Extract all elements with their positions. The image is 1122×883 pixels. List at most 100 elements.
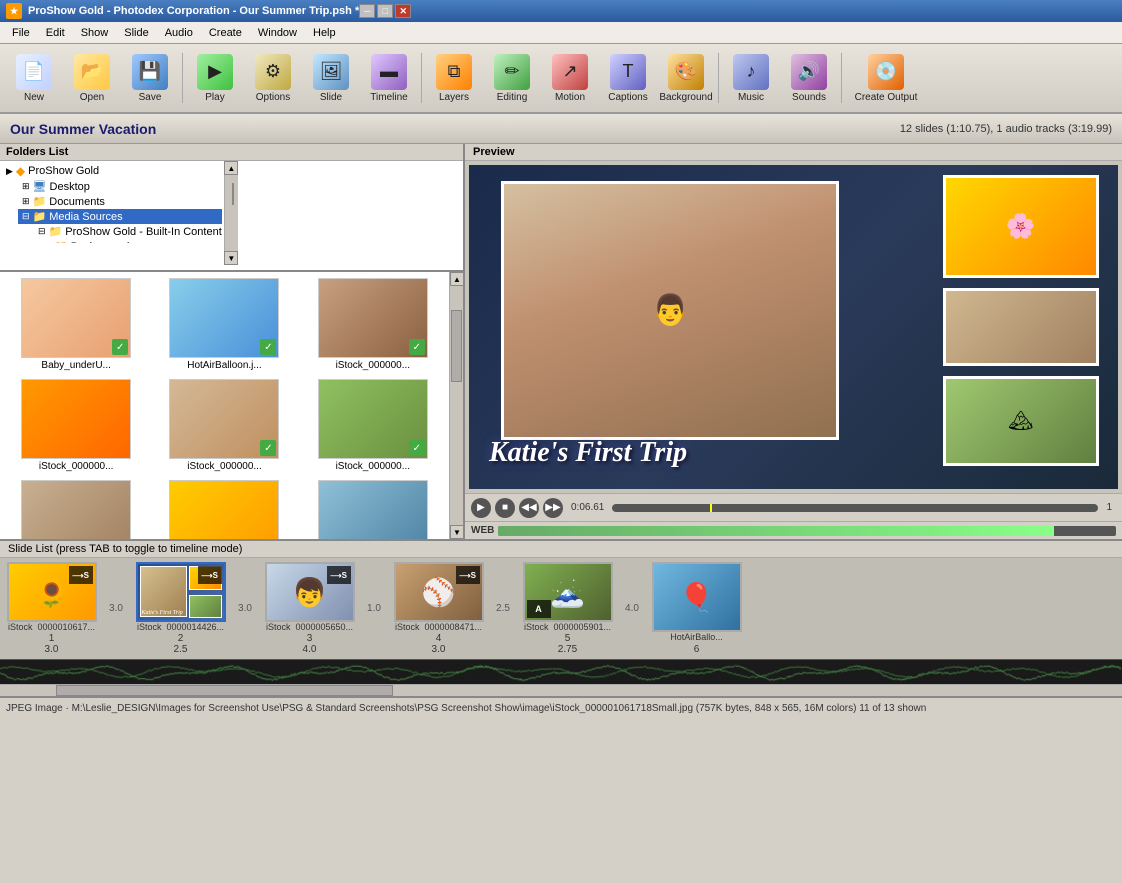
menu-help[interactable]: Help: [305, 25, 344, 41]
transition-4: 2.5: [488, 562, 518, 655]
slide-number-6: 6: [694, 644, 700, 655]
thumb-item[interactable]: ✓ Baby_underU...: [4, 276, 148, 373]
slide-item-5[interactable]: 🗻 A iStock_0000005901... 5 2.75: [520, 562, 615, 655]
thumb-item[interactable]: iStock_000000...: [4, 478, 148, 539]
tree-item-proshow[interactable]: ▶ ◆ ProShow Gold: [2, 163, 222, 179]
close-button[interactable]: ✕: [395, 4, 411, 18]
transition-label-5: 4.0: [625, 603, 639, 614]
timeline-scroll[interactable]: [0, 684, 1122, 696]
thumb-item[interactable]: ✓ iStock_000000...: [301, 276, 445, 373]
slide-item-1[interactable]: 🌻 ⟶S iStock_0000010617... 1 3.0: [4, 562, 99, 655]
toolbar: 📄 New 📂 Open 💾 Save ▶ Play ⚙ Options 🖼 S…: [0, 44, 1122, 114]
menu-show[interactable]: Show: [73, 25, 117, 41]
titlebar: ★ ProShow Gold - Photodex Corporation - …: [0, 0, 1122, 22]
collapse-icon: ⊟: [38, 226, 46, 237]
slide-button[interactable]: 🖼 Slide: [303, 48, 359, 108]
preview-play-btn[interactable]: ▶: [471, 498, 491, 518]
minimize-button[interactable]: ─: [359, 4, 375, 18]
scroll-thumb-2[interactable]: [451, 310, 462, 382]
thumbnail-scrollbar[interactable]: ▲ ▼: [449, 272, 463, 539]
slide-thumb-6: 🎈: [652, 562, 742, 632]
tree-item-media-sources[interactable]: ⊟ 📁 Media Sources: [18, 209, 222, 224]
scroll-track-2[interactable]: [450, 286, 463, 525]
preview-time: 0:06.61: [567, 502, 608, 513]
thumb-image: ✓: [169, 480, 279, 539]
options-button[interactable]: ⚙ Options: [245, 48, 301, 108]
new-button[interactable]: 📄 New: [6, 48, 62, 108]
folder-scrollbar[interactable]: ▲ ▼: [224, 161, 238, 265]
music-button[interactable]: ♪ Music: [723, 48, 779, 108]
thumb-check-icon: ✓: [260, 440, 276, 456]
slide-name-3: iStock_0000005650...: [266, 622, 353, 631]
scroll-up[interactable]: ▲: [224, 161, 238, 175]
open-button[interactable]: 📂 Open: [64, 48, 120, 108]
slide-icon-4: ⟶S: [456, 566, 480, 584]
folders-tree: ▶ ◆ ProShow Gold ⊞ 🖥 Desktop ⊞ 📁: [0, 161, 224, 243]
tree-item-documents[interactable]: ⊞ 📁 Documents: [18, 194, 222, 209]
menu-slide[interactable]: Slide: [116, 25, 156, 41]
thumb-item[interactable]: iStock_000000...: [4, 377, 148, 474]
transition-2: 3.0: [230, 562, 260, 655]
save-button[interactable]: 💾 Save: [122, 48, 178, 108]
slide-item-3[interactable]: 👦 ⟶S iStock_0000005650... 3 4.0: [262, 562, 357, 655]
timeline-scrollbar-thumb[interactable]: [56, 685, 393, 696]
thumb-check-icon: ✓: [409, 339, 425, 355]
thumb-item[interactable]: ✓ HotAirBalloon.j...: [152, 276, 296, 373]
thumb-label: iStock_000000...: [169, 461, 279, 472]
menu-create[interactable]: Create: [201, 25, 250, 41]
thumb-image: ✓: [169, 278, 279, 358]
preview-photo-hiker: 🏔: [943, 376, 1099, 467]
sounds-button[interactable]: 🔊 Sounds: [781, 48, 837, 108]
tree-item-desktop[interactable]: ⊞ 🖥 Desktop: [18, 179, 222, 194]
preview-rewind-btn[interactable]: ◀◀: [519, 498, 539, 518]
preview-timeline[interactable]: [612, 504, 1098, 512]
create-output-button[interactable]: 💿 Create Output: [846, 48, 926, 108]
scroll-down-2[interactable]: ▼: [450, 525, 463, 539]
slide-item-4[interactable]: ⚾ ⟶S iStock_0000008471... 4 3.0: [391, 562, 486, 655]
thumb-item[interactable]: ✓ iStock_000000...: [152, 478, 296, 539]
captions-button[interactable]: T Captions: [600, 48, 656, 108]
app-icon: ★: [6, 3, 22, 19]
transition-label-4: 2.5: [496, 603, 510, 614]
transition-3: 1.0: [359, 562, 389, 655]
motion-button[interactable]: ↗ Motion: [542, 48, 598, 108]
bg-icon: 📁: [54, 240, 68, 243]
layers-button[interactable]: ⧉ Layers: [426, 48, 482, 108]
slide-number-1: 1: [49, 633, 55, 644]
background-button[interactable]: 🎨 Background: [658, 48, 714, 108]
timeline-button[interactable]: ▬ Timeline: [361, 48, 417, 108]
thumb-image: ✓: [169, 379, 279, 459]
tree-item-backgrounds[interactable]: 📁 Backgrounds: [50, 239, 222, 243]
editing-button[interactable]: ✏ Editing: [484, 48, 540, 108]
slide-name-5: iStock_0000005901...: [524, 622, 611, 631]
status-text: JPEG Image · M:\Leslie_DESIGN\Images for…: [6, 703, 926, 714]
scroll-thumb[interactable]: [232, 183, 234, 206]
content-icon: 📁: [49, 225, 63, 238]
menu-edit[interactable]: Edit: [38, 25, 73, 41]
preview-photo-flower: 🌸: [943, 175, 1099, 279]
menu-audio[interactable]: Audio: [157, 25, 201, 41]
play-button[interactable]: ▶ Play: [187, 48, 243, 108]
menu-file[interactable]: File: [4, 25, 38, 41]
slide-icon-3: ⟶S: [327, 566, 351, 584]
maximize-button[interactable]: □: [377, 4, 393, 18]
preview-area: 👨 🌸 🏔 Katie's First Trip: [469, 165, 1118, 489]
slide-list-section: Slide List (press TAB to toggle to timel…: [0, 539, 1122, 659]
titlebar-controls: ─ □ ✕: [359, 4, 411, 18]
tree-item-proshow-content[interactable]: ⊟ 📁 ProShow Gold - Built-In Content: [34, 224, 222, 239]
thumb-item[interactable]: ✓ iStock_000000...: [301, 377, 445, 474]
thumbnails-section: ✓ Baby_underU... ✓ HotAirBalloon.j... ✓: [0, 272, 463, 539]
thumb-label: HotAirBalloon.j...: [169, 360, 279, 371]
web-bar: WEB: [465, 521, 1122, 539]
slide-name-4: iStock_0000008471...: [395, 622, 482, 631]
menu-window[interactable]: Window: [250, 25, 305, 41]
thumb-item[interactable]: iStock_000000...: [301, 478, 445, 539]
preview-stop-btn[interactable]: ■: [495, 498, 515, 518]
preview-forward-btn[interactable]: ▶▶: [543, 498, 563, 518]
slide-item-6[interactable]: 🎈 HotAirBallo... 6: [649, 562, 744, 655]
toolbar-separator-4: [841, 53, 842, 103]
scroll-down[interactable]: ▼: [224, 251, 238, 265]
scroll-up-2[interactable]: ▲: [450, 272, 463, 286]
slide-item-2[interactable]: Katie's First Trip ⟶S iStock_0000014426.…: [133, 562, 228, 655]
thumb-item[interactable]: ✓ iStock_000000...: [152, 377, 296, 474]
